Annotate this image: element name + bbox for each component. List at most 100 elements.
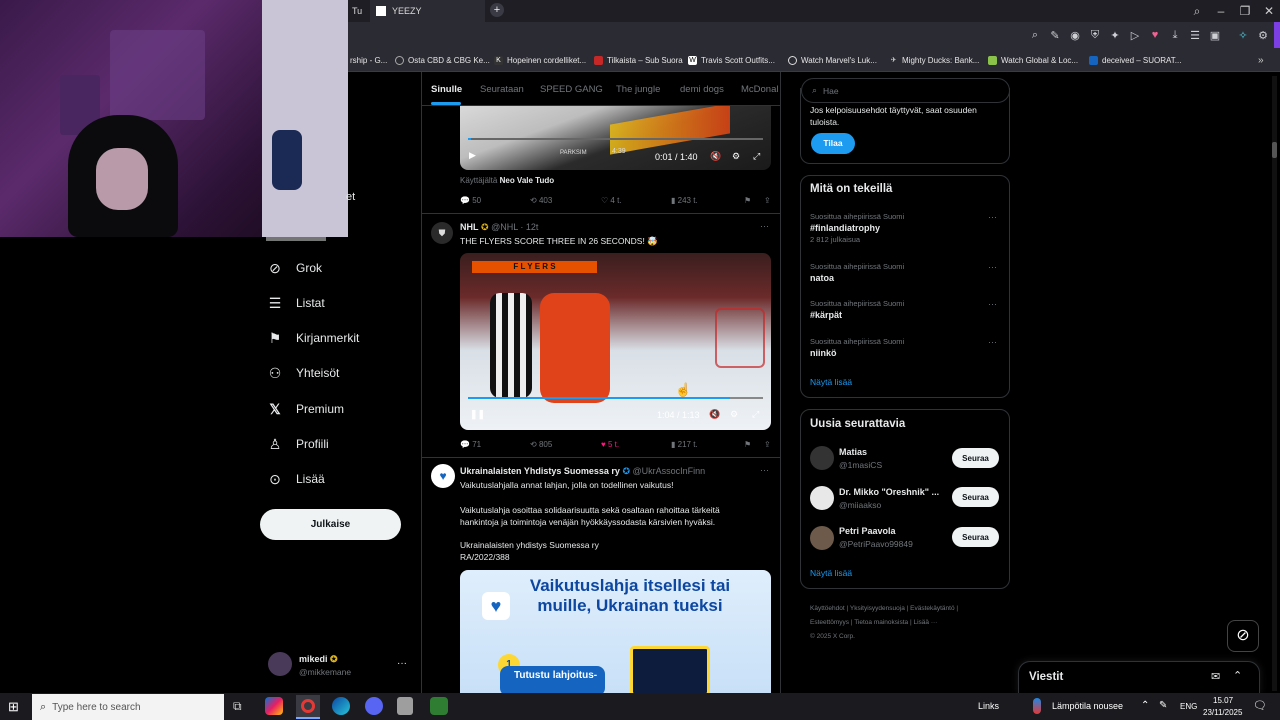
tweet-more-icon[interactable]: ··· (760, 221, 769, 231)
show-more-follows-link[interactable]: Näytä lisää (810, 568, 852, 578)
camera-icon[interactable]: ◉ (1068, 28, 1082, 42)
taskbar-search-input[interactable]: Type here to search (52, 702, 140, 713)
nav-item-bookmarks[interactable]: ⚑ Kirjanmerkit (266, 326, 360, 350)
avatar[interactable] (268, 652, 292, 676)
nav-item-grok[interactable]: ⊘ Grok (266, 256, 322, 280)
pen-icon[interactable]: ✎ (1159, 700, 1167, 711)
bookmark-item[interactable]: rship - G... (350, 53, 387, 67)
bookmark-item[interactable]: Watch Global & Loc... (988, 53, 1078, 67)
bookmark-item[interactable]: deceived – SUORAT... (1089, 53, 1181, 67)
trend-item[interactable]: Suosittua aihepiirissä Suomi niinkö (810, 337, 1000, 358)
edit-icon[interactable]: ✎ (1048, 28, 1062, 42)
expand-icon[interactable]: ⌃ (1233, 669, 1242, 682)
bookmark-item[interactable]: Osta CBD & CBG Ke... (395, 53, 490, 67)
footer-link[interactable]: Esteettömyys (810, 619, 849, 626)
grok-float-button[interactable]: ⊘ (1227, 620, 1259, 652)
like-button[interactable]: ♡ 4 t. (601, 196, 671, 205)
footer-link[interactable]: Lisää ··· (913, 619, 937, 626)
bookmark-item[interactable]: Tilkaista – Sub Suora (594, 53, 683, 67)
reply-button[interactable]: 💬 71 (460, 440, 530, 449)
settings-icon[interactable]: ⚙ (732, 151, 740, 162)
share-icon[interactable]: ⇪ (764, 196, 771, 205)
new-message-icon[interactable]: ✉ (1211, 670, 1220, 683)
retweet-button[interactable]: ⟲ 805 (530, 440, 601, 449)
settings-icon[interactable]: ⚙ (1256, 28, 1270, 42)
avatar[interactable] (810, 486, 834, 510)
views-button[interactable]: ▮ 217 t. (671, 440, 744, 449)
tweet-video[interactable]: F L Y E R S ❚❚ 1:04 / 1:13 🔇 ⚙ ⤢ (460, 253, 771, 430)
weather-text[interactable]: Lämpötila nousee (1052, 701, 1123, 711)
tab-the-jungle[interactable]: The jungle (616, 84, 660, 98)
trend-item[interactable]: Suosittua aihepiirissä Suomi natoa (810, 262, 1000, 283)
close-icon[interactable]: ✕ (1254, 0, 1280, 22)
ai-icon[interactable]: ✧ (1236, 28, 1250, 42)
copilot-icon[interactable] (265, 697, 283, 715)
nav-item-communities[interactable]: ⚇ Yhteisöt (266, 361, 340, 385)
post-button[interactable]: Julkaise (260, 509, 401, 540)
chevron-up-icon[interactable]: ⌃ (1141, 700, 1149, 711)
retweet-button[interactable]: ⟲ 403 (530, 196, 601, 205)
browser-tab[interactable]: Tu (346, 0, 368, 22)
avatar[interactable] (810, 446, 834, 470)
follow-button[interactable]: Seuraa (952, 527, 999, 547)
volume-icon[interactable]: 🔇 (710, 151, 721, 162)
follow-name[interactable]: Petri Paavola (839, 526, 896, 536)
subscribe-button[interactable]: Tilaa (811, 133, 855, 154)
footer-link[interactable]: Tietoa mainoksista (854, 619, 908, 626)
tab-speed-gang[interactable]: SPEED GANG (540, 84, 603, 98)
trend-item[interactable]: Suosittua aihepiirissä Suomi #kärpät (810, 299, 1000, 320)
trend-more-icon[interactable]: ··· (988, 299, 997, 309)
clock-time[interactable]: 15.07 (1213, 696, 1233, 705)
bookmark-item[interactable]: ✈ Mighty Ducks: Bank... (889, 53, 980, 67)
nhl-avatar[interactable]: ⛊ (431, 222, 453, 244)
ad-image[interactable]: ♥ Vaikutuslahja itsellesi tai muille, Uk… (460, 570, 771, 693)
fullscreen-icon[interactable]: ⤢ (752, 409, 759, 420)
zoom-icon[interactable]: ⌕ (1028, 28, 1042, 42)
app-icon[interactable] (397, 697, 413, 715)
scrollbar-thumb[interactable] (1272, 142, 1277, 158)
bookmark-icon[interactable]: ⚑ (744, 196, 764, 205)
download-icon[interactable]: ⤓ (1168, 28, 1182, 42)
play-icon[interactable]: ▷ (1128, 28, 1142, 42)
notification-icon[interactable]: 🗨 (1253, 699, 1267, 712)
bookmark-item[interactable]: K Hopeinen cordelliket... (494, 53, 586, 67)
ukraine-avatar[interactable]: ♥ (431, 464, 455, 488)
clock-date[interactable]: 23/11/2025 (1203, 708, 1242, 717)
page-scrollbar[interactable] (1272, 76, 1277, 691)
lock-icon[interactable]: ▣ (1208, 28, 1222, 42)
settings-icon[interactable]: ⚙ (730, 409, 738, 420)
language-indicator[interactable]: ENG (1180, 702, 1197, 711)
tab-mcdonalds[interactable]: McDonal (741, 84, 779, 98)
tab-following[interactable]: Seurataan (480, 84, 524, 98)
share-icon[interactable]: ⇪ (764, 440, 771, 449)
avatar[interactable] (810, 526, 834, 550)
volume-icon[interactable]: 🔇 (709, 409, 720, 420)
footer-link[interactable]: Evästekäytäntö (910, 605, 954, 612)
bookmarks-overflow-icon[interactable]: » (1258, 53, 1264, 67)
fullscreen-icon[interactable]: ⤢ (753, 151, 760, 162)
browser-tab-active[interactable]: YEEZY (370, 0, 485, 22)
account-more-icon[interactable]: ··· (397, 658, 407, 669)
trend-more-icon[interactable]: ··· (988, 337, 997, 347)
show-more-trends-link[interactable]: Näytä lisää (810, 377, 852, 387)
follow-button[interactable]: Seuraa (952, 487, 999, 507)
task-view-icon[interactable]: ⧉ (233, 699, 242, 714)
heart-icon[interactable]: ♥ (1148, 28, 1162, 42)
menu-icon[interactable]: ☰ (1188, 28, 1202, 42)
discord-icon[interactable] (365, 697, 383, 715)
new-tab-button[interactable]: + (490, 3, 504, 17)
nav-item-lists[interactable]: ☰ Listat (266, 291, 325, 315)
tweet-video[interactable]: ▶ PARKSIM 4:39 0:01 / 1:40 🔇 ⚙ ⤢ (460, 106, 771, 170)
play-icon[interactable]: ▶ (469, 150, 476, 161)
follow-name[interactable]: Matias (839, 447, 867, 457)
reply-button[interactable]: 💬 50 (460, 196, 530, 205)
video-progress-track[interactable] (468, 138, 763, 140)
extension-icon[interactable]: ✦ (1108, 28, 1122, 42)
app-green-icon[interactable] (430, 697, 448, 715)
taskbar-active-app[interactable] (296, 695, 320, 719)
trend-more-icon[interactable]: ··· (988, 262, 997, 272)
tweet-more-icon[interactable]: ··· (760, 465, 769, 475)
follow-button[interactable]: Seuraa (952, 448, 999, 468)
taskbar-links[interactable]: Links (978, 701, 999, 711)
nav-item-more[interactable]: ⊙ Lisää (266, 467, 325, 491)
